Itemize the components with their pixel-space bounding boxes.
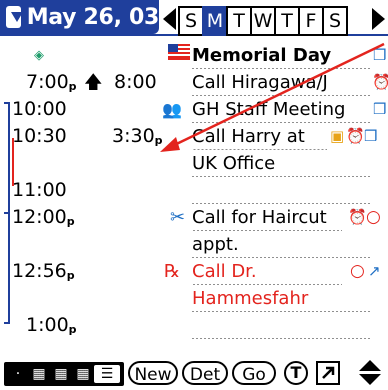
week-view-icon[interactable]: ▦ xyxy=(50,365,72,383)
jump-button[interactable] xyxy=(316,361,340,385)
scroll-down-arrow-icon[interactable] xyxy=(359,374,381,385)
jump-arrow-icon xyxy=(322,366,335,379)
new-button[interactable]: New xyxy=(128,361,178,385)
red-pointer-arrow xyxy=(160,42,385,152)
go-button[interactable]: Go xyxy=(232,361,276,385)
bottom-toolbar: · ▦ ▦ ▦ ☰ New Det Go T xyxy=(0,357,388,390)
list-view-icon[interactable]: ☰ xyxy=(94,365,120,383)
today-button[interactable]: T xyxy=(284,361,308,385)
day-view-icon[interactable]: ▦ xyxy=(28,365,50,383)
details-button[interactable]: Det xyxy=(182,361,228,385)
month-view-icon[interactable]: ▦ xyxy=(72,365,94,383)
agenda-view-icon[interactable]: · xyxy=(8,365,28,383)
scroll-up-arrow-icon[interactable] xyxy=(359,360,381,371)
view-selector: · ▦ ▦ ▦ ☰ xyxy=(4,362,124,386)
